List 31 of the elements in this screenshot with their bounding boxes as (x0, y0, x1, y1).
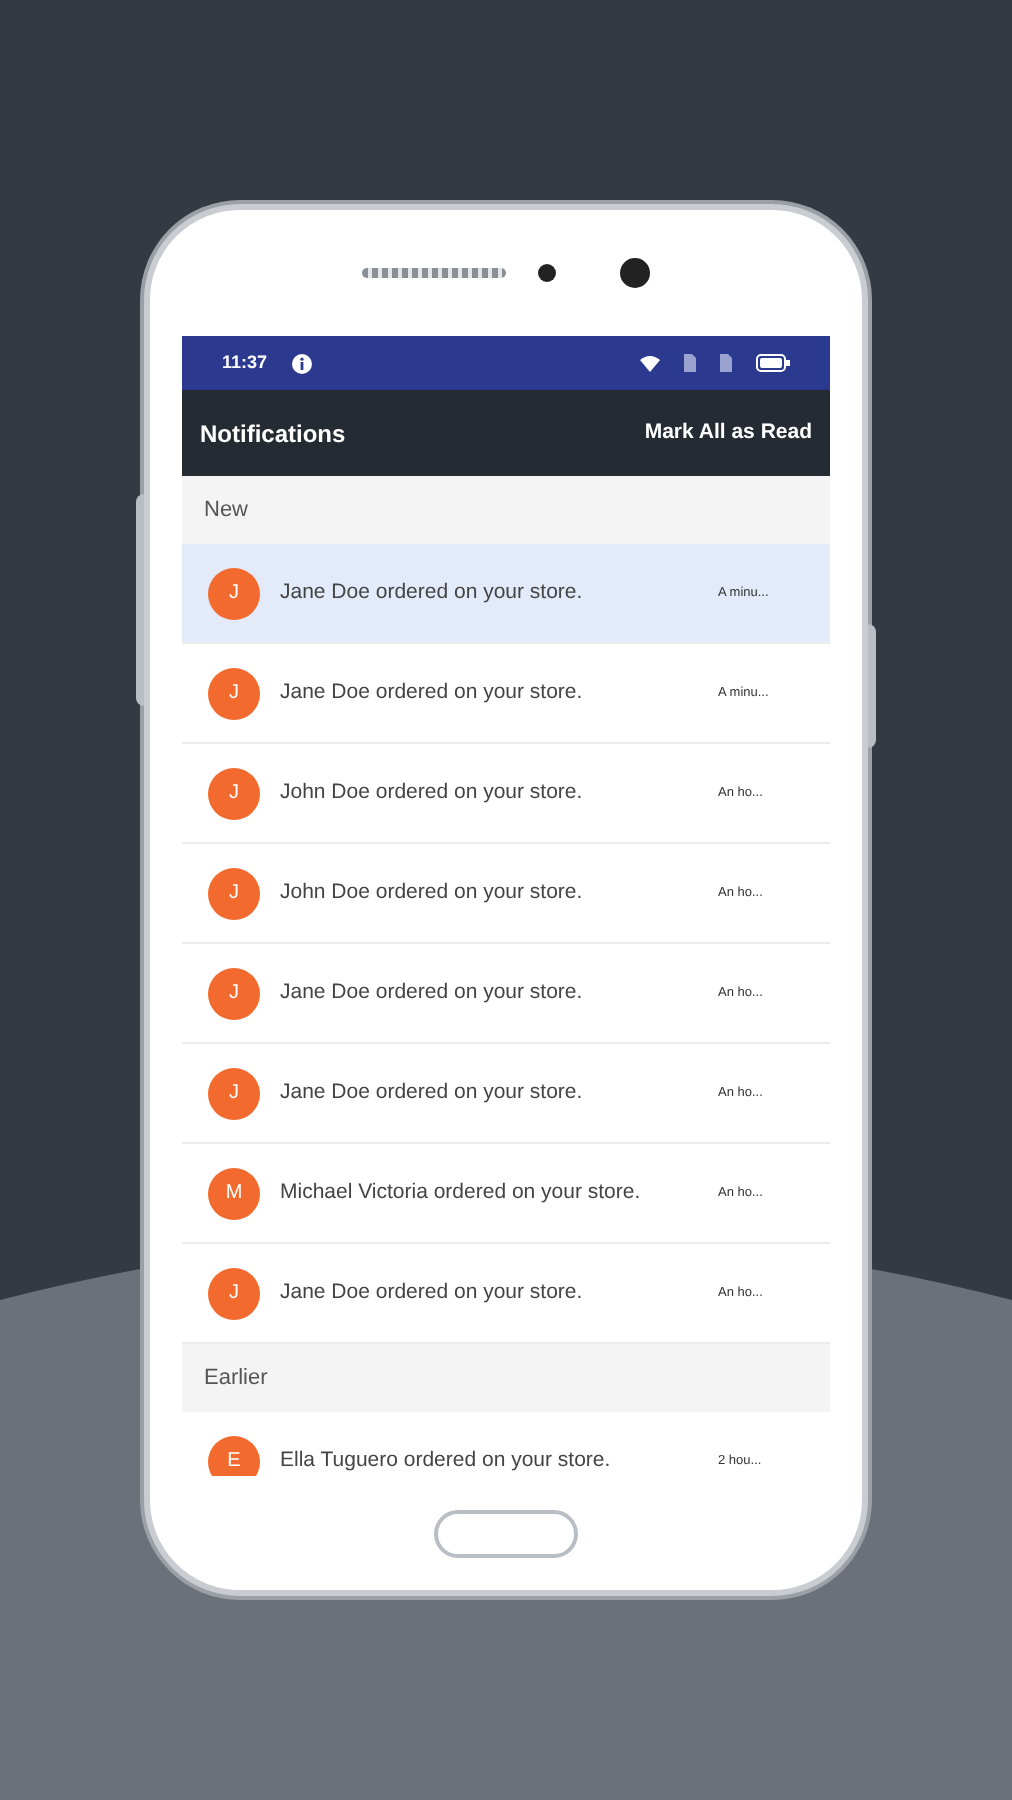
notification-message: Ella Tuguero ordered on your store. (280, 1445, 613, 1476)
avatar: E (208, 1435, 260, 1476)
section-header: New (182, 476, 830, 544)
section-header: Earlier (182, 1344, 830, 1412)
status-time: 11:37 (222, 349, 268, 376)
notification-message: Jane Doe ordered on your store. (280, 1277, 585, 1308)
avatar: J (208, 567, 260, 619)
notification-message: Jane Doe ordered on your store. (280, 577, 585, 608)
notification-message: Jane Doe ordered on your store. (280, 1077, 585, 1108)
mark-all-read-button[interactable]: Mark All as Read (644, 417, 812, 449)
avatar: J (208, 1067, 260, 1119)
avatar: J (208, 667, 260, 719)
notification-message: John Doe ordered on your store. (280, 777, 585, 808)
app-bar-title: Notifications (200, 417, 346, 451)
notification-message: Jane Doe ordered on your store. (280, 977, 585, 1008)
notification-message: Jane Doe ordered on your store. (280, 677, 585, 708)
avatar: M (208, 1167, 260, 1219)
notification-message: John Doe ordered on your store. (280, 877, 585, 908)
avatar: J (208, 1267, 260, 1319)
avatar: J (208, 767, 260, 819)
camera-lens (620, 258, 650, 288)
sim-icon (720, 354, 732, 372)
info-icon (291, 353, 312, 373)
avatar: J (208, 867, 260, 919)
speaker-grille (362, 268, 506, 278)
sim-icon (684, 354, 696, 372)
home-button[interactable] (434, 1509, 578, 1557)
avatar: J (208, 967, 260, 1019)
wifi-icon (640, 355, 660, 371)
notification-message: Michael Victoria ordered on your store. (280, 1177, 643, 1208)
battery-icon (756, 354, 790, 372)
